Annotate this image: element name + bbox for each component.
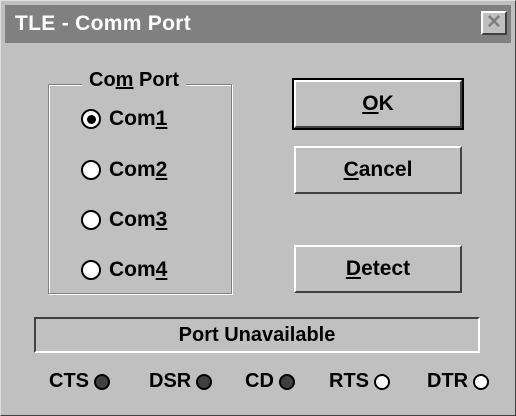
signal-dtr: DTR [427,370,490,393]
radio-com3[interactable]: Com3 [81,207,167,233]
radio-com1[interactable]: Com1 [81,106,167,132]
dtr-led-icon [473,373,490,390]
radio-button-icon[interactable] [81,260,101,280]
signal-cd: CD [245,370,295,393]
signal-cts: CTS [49,370,110,393]
radio-com2[interactable]: Com2 [81,157,167,183]
ok-button[interactable]: OK [292,78,464,130]
com-port-groupbox: Com Port Com1 Com2 Com3 Com4 [48,69,232,294]
cts-led-icon [94,373,110,390]
comm-port-dialog: TLE - Comm Port ✕ Com Port Com1 Com2 Com… [0,0,516,416]
cancel-button[interactable]: Cancel [294,146,462,194]
signal-dsr: DSR [149,370,213,393]
cd-led-icon [278,373,295,390]
radio-com3-label[interactable]: Com3 [109,208,167,232]
radio-com4[interactable]: Com4 [81,257,167,283]
detect-button[interactable]: Detect [294,245,462,293]
radio-button-icon[interactable] [81,160,101,180]
com-port-group-label: Com Port [82,69,187,92]
close-icon: ✕ [486,12,502,33]
radio-button-icon[interactable] [81,109,101,129]
close-button[interactable]: ✕ [481,11,507,35]
radio-button-icon[interactable] [81,210,101,230]
radio-selected-dot [86,114,96,124]
title-bar[interactable]: TLE - Comm Port ✕ [5,5,511,43]
signal-rts: RTS [329,370,390,393]
radio-com2-label[interactable]: Com2 [109,158,167,182]
dsr-led-icon [196,373,213,390]
port-status-box: Port Unavailable [34,317,480,353]
rts-led-icon [374,373,390,390]
port-status-text: Port Unavailable [178,323,336,346]
radio-com4-label[interactable]: Com4 [109,258,167,282]
radio-com1-label[interactable]: Com1 [109,107,167,131]
window-title: TLE - Comm Port [15,12,191,35]
